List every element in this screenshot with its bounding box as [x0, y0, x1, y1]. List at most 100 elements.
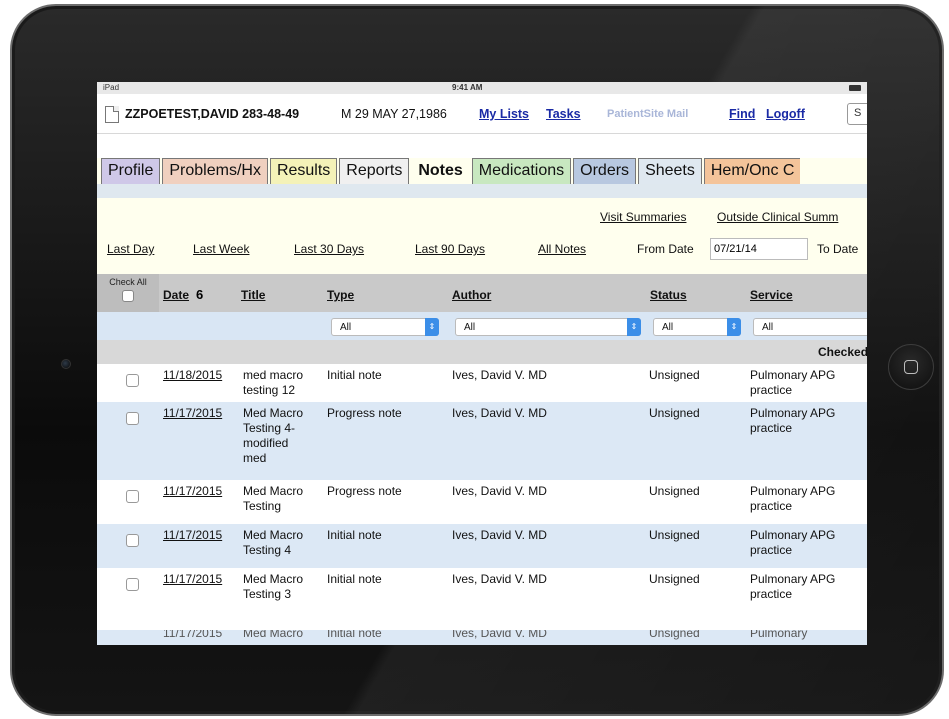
row-status: Unsigned — [649, 484, 700, 498]
tab-results[interactable]: Results — [269, 158, 338, 184]
carrier-label: iPad — [103, 83, 120, 92]
row-type: Initial note — [327, 528, 382, 542]
tab-reports[interactable]: Reports — [339, 158, 410, 184]
row-date-link[interactable]: 11/17/2015 — [163, 406, 222, 421]
column-type[interactable]: Type — [327, 288, 354, 302]
row-service: Pulmonary APG practice — [750, 528, 836, 557]
row-author: Ives, David V. MD — [452, 368, 547, 382]
row-type: Progress note — [327, 406, 402, 420]
chevron-updown-icon: ⇕ — [727, 318, 741, 336]
date-filter-row: Last Day Last Week Last 30 Days Last 90 … — [97, 230, 867, 274]
row-author: Ives, David V. MD — [452, 630, 547, 640]
row-date-link[interactable]: 11/17/2015 — [163, 572, 222, 587]
column-title[interactable]: Title — [241, 288, 265, 302]
row-type: Initial note — [327, 572, 382, 586]
tab-medications[interactable]: Medications — [471, 158, 572, 184]
outside-clinical-summary-link[interactable]: Outside Clinical Summ — [717, 210, 838, 224]
column-author[interactable]: Author — [452, 288, 491, 302]
search-input[interactable]: S — [847, 103, 867, 125]
tasks-link[interactable]: Tasks — [546, 107, 581, 121]
row-status: Unsigned — [649, 572, 700, 586]
tab-orders[interactable]: Orders — [573, 158, 637, 184]
row-service: Pulmonary APG practice — [750, 484, 836, 513]
row-author: Ives, David V. MD — [452, 406, 547, 420]
row-checkbox[interactable] — [126, 578, 139, 591]
from-date-input[interactable]: 07/21/14 — [710, 238, 808, 260]
table-row[interactable]: 11/17/2015 Med Macro Testing 4 Initial n… — [97, 524, 867, 568]
column-service[interactable]: Service — [750, 288, 793, 302]
row-service: Pulmonary APG practice — [750, 368, 836, 397]
patient-demographics: M 29 MAY 27,1986 — [341, 107, 447, 121]
row-type: Initial note — [327, 630, 382, 640]
row-status: Unsigned — [649, 528, 700, 542]
row-service: Pulmonary APG practice — [750, 406, 836, 435]
clock: 9:41 AM — [452, 83, 483, 92]
camera-icon — [61, 359, 71, 369]
row-author: Ives, David V. MD — [452, 572, 547, 586]
table-row[interactable]: 11/17/2015 Med Macro Testing 4-modified … — [97, 402, 867, 480]
notes-table-body: 11/18/2015 med macro testing 12 Initial … — [97, 364, 867, 612]
row-date-link[interactable]: 11/17/2015 — [163, 528, 222, 543]
tab-hem-onc[interactable]: Hem/Onc C — [703, 158, 801, 184]
tab-problems-hx[interactable]: Problems/Hx — [162, 158, 268, 184]
patient-header: ZZPOETEST,DAVID 283-48-49 M 29 MAY 27,19… — [97, 94, 867, 134]
home-button[interactable] — [888, 344, 934, 390]
from-date-label: From Date — [637, 242, 694, 256]
row-type: Progress note — [327, 484, 402, 498]
service-filter-value: All — [762, 322, 774, 333]
type-filter-value: All — [340, 322, 352, 333]
my-lists-link[interactable]: My Lists — [479, 107, 529, 121]
row-title: Med Macro Testing — [243, 484, 304, 513]
row-type: Initial note — [327, 368, 382, 382]
tab-bar: Profile Problems/Hx Results Reports Note… — [101, 158, 802, 184]
row-checkbox[interactable] — [126, 534, 139, 547]
row-date-link[interactable]: 11/17/2015 — [163, 630, 222, 640]
table-row[interactable]: 11/17/2015 Med Macro Testing Progress no… — [97, 480, 867, 524]
column-date[interactable]: Date — [163, 288, 189, 302]
logoff-link[interactable]: Logoff — [766, 107, 805, 121]
tab-notes[interactable]: Notes — [411, 158, 470, 184]
row-service: Pulmonary APG practice — [750, 572, 836, 601]
visit-summaries-link[interactable]: Visit Summaries — [600, 210, 686, 224]
column-filter-row: All ⇕ All ⇕ All ⇕ All — [97, 312, 867, 340]
tab-profile[interactable]: Profile — [101, 158, 161, 184]
find-link[interactable]: Find — [729, 107, 755, 121]
last-30-days-link[interactable]: Last 30 Days — [294, 242, 364, 256]
navigation-area: Profile Problems/Hx Results Reports Note… — [97, 134, 867, 230]
check-all-checkbox[interactable] — [122, 290, 134, 302]
status-bar: iPad 9:41 AM — [97, 82, 867, 94]
column-status[interactable]: Status — [650, 288, 687, 302]
author-filter-select[interactable]: All ⇕ — [455, 318, 641, 336]
row-status: Unsigned — [649, 368, 700, 382]
last-90-days-link[interactable]: Last 90 Days — [415, 242, 485, 256]
patientsite-mail-link[interactable]: PatientSite Mail — [607, 108, 688, 120]
table-row[interactable]: 11/17/2015 Med Macro Testing 3 Initial n… — [97, 568, 867, 612]
row-date-link[interactable]: 11/18/2015 — [163, 368, 222, 383]
row-checkbox[interactable] — [126, 412, 139, 425]
row-title: Med Macro Testing 4-modified med — [243, 406, 304, 465]
row-title: Med Macro Testing 3 — [243, 572, 304, 601]
row-author: Ives, David V. MD — [452, 484, 547, 498]
tab-strip — [97, 184, 867, 198]
status-filter-value: All — [662, 322, 674, 333]
row-service: Pulmonary — [750, 630, 808, 640]
table-row[interactable]: 11/18/2015 med macro testing 12 Initial … — [97, 364, 867, 402]
all-notes-link[interactable]: All Notes — [538, 242, 586, 256]
row-checkbox[interactable] — [126, 374, 139, 387]
service-filter-select[interactable]: All — [753, 318, 867, 336]
notes-table-header: Check All Date 6 Title Type Author Statu… — [97, 274, 867, 312]
tab-sheets[interactable]: Sheets — [638, 158, 702, 184]
note-count: 6 — [196, 287, 204, 302]
row-checkbox[interactable] — [126, 490, 139, 503]
ipad-screen: iPad 9:41 AM ZZPOETEST,DAVID 283-48-49 M… — [97, 82, 867, 645]
row-status: Unsigned — [649, 406, 700, 420]
document-icon[interactable] — [105, 106, 119, 123]
check-all-label: Check All — [109, 277, 147, 287]
type-filter-select[interactable]: All ⇕ — [331, 318, 439, 336]
table-row-partial[interactable]: 11/17/2015 Med Macro Initial note Ives, … — [97, 630, 867, 645]
last-week-link[interactable]: Last Week — [193, 242, 249, 256]
row-date-link[interactable]: 11/17/2015 — [163, 484, 222, 499]
patient-name: ZZPOETEST,DAVID 283-48-49 — [125, 107, 300, 121]
status-filter-select[interactable]: All ⇕ — [653, 318, 741, 336]
last-day-link[interactable]: Last Day — [107, 242, 154, 256]
